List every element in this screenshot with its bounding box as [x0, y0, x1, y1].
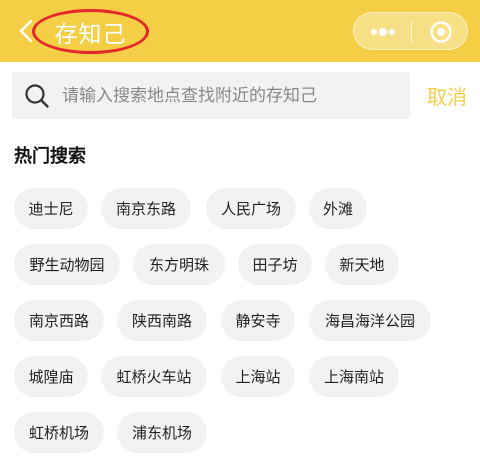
- search-input[interactable]: [62, 72, 402, 119]
- hot-search-item[interactable]: 南京西路: [14, 300, 104, 341]
- search-icon: [25, 84, 49, 108]
- hot-search-item[interactable]: 南京东路: [101, 188, 191, 229]
- top-navigation-bar: 存知己: [0, 0, 480, 62]
- hot-search-item[interactable]: 上海站: [221, 356, 295, 397]
- hot-search-item[interactable]: 人民广场: [206, 188, 296, 229]
- hot-search-item[interactable]: 上海南站: [309, 356, 399, 397]
- hot-search-title: 热门搜索: [14, 146, 86, 167]
- page-title: 存知己: [54, 21, 127, 48]
- hot-search-item[interactable]: 野生动物园: [14, 244, 120, 285]
- cancel-button[interactable]: 取消: [422, 72, 472, 119]
- hot-search-item[interactable]: 海昌海洋公园: [309, 300, 431, 341]
- hot-search-item[interactable]: 新天地: [325, 244, 399, 285]
- chevron-left-icon: [19, 19, 33, 43]
- hot-search-item[interactable]: 城隍庙: [14, 356, 88, 397]
- hot-search-item[interactable]: 田子坊: [238, 244, 312, 285]
- search-bar: [12, 72, 410, 119]
- more-dots-icon: [370, 28, 395, 36]
- hot-search-item[interactable]: 迪士尼: [14, 188, 88, 229]
- hot-search-item[interactable]: 浦东机场: [117, 412, 207, 453]
- hot-search-item[interactable]: 静安寺: [221, 300, 295, 341]
- hot-search-item[interactable]: 虹桥火车站: [101, 356, 207, 397]
- hot-search-item[interactable]: 陕西南路: [117, 300, 207, 341]
- more-button[interactable]: [354, 13, 411, 51]
- page-title-wrapper: 存知己: [32, 9, 149, 54]
- hot-search-item[interactable]: 外滩: [309, 188, 367, 229]
- hot-search-item[interactable]: 虹桥机场: [14, 412, 104, 453]
- mini-program-capsule: [353, 12, 468, 50]
- hot-search-item[interactable]: 东方明珠: [133, 244, 225, 285]
- target-close-icon: [429, 21, 452, 43]
- close-mini-program-button[interactable]: [412, 13, 469, 51]
